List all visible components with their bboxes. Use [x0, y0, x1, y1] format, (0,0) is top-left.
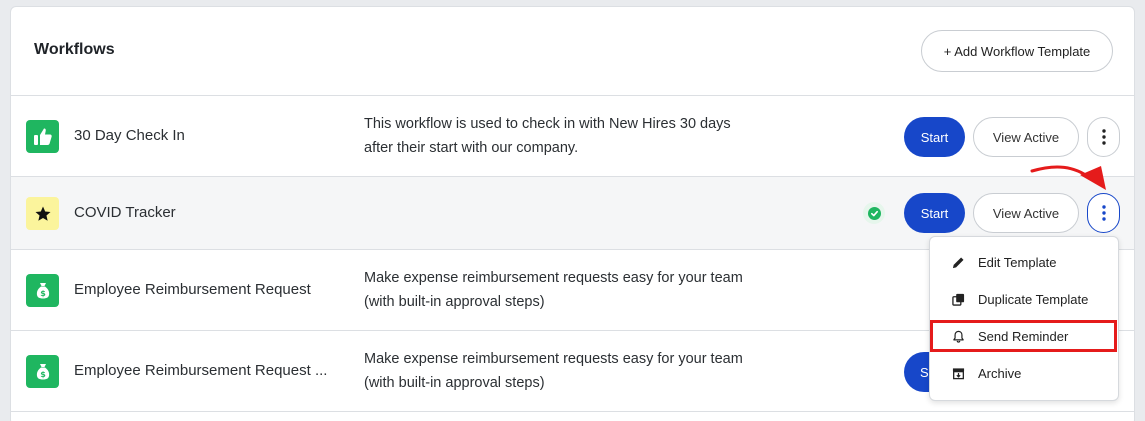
view-active-button[interactable]: View Active	[973, 117, 1079, 157]
check-circle-icon	[863, 202, 885, 224]
more-options-button[interactable]	[1087, 117, 1120, 157]
workflow-name[interactable]: Employee Reimbursement Request ...	[74, 362, 327, 379]
add-workflow-template-button[interactable]: + Add Workflow Template	[921, 30, 1113, 72]
description-line: This workflow is used to check in with N…	[364, 116, 731, 132]
start-button[interactable]: Start	[904, 193, 965, 233]
svg-text:$: $	[40, 289, 46, 298]
more-options-button[interactable]	[1087, 193, 1120, 233]
workflow-description: Make expense reimbursement requests easy…	[364, 347, 804, 395]
workflow-options-menu: Edit Template Duplicate Template Send Re…	[929, 236, 1119, 401]
more-vertical-icon	[1101, 129, 1106, 145]
workflow-name[interactable]: Employee Reimbursement Request	[74, 281, 311, 298]
money-bag-icon: $	[26, 355, 59, 388]
pencil-icon	[951, 255, 965, 269]
thumbs-up-icon	[26, 120, 59, 153]
workflow-description: Make expense reimbursement requests easy…	[364, 266, 804, 314]
workflow-name[interactable]: 30 Day Check In	[74, 127, 185, 144]
description-line: Make expense reimbursement requests easy…	[364, 270, 743, 286]
workflow-row: 30 Day Check In This workflow is used to…	[11, 96, 1134, 177]
menu-item-label: Duplicate Template	[978, 291, 1089, 307]
description-line: after their start with our company.	[364, 140, 579, 156]
red-arrow-icon	[1030, 165, 1106, 190]
description-line: (with built-in approval steps)	[364, 375, 545, 391]
archive-icon	[951, 366, 965, 380]
card-header: Workflows + Add Workflow Template	[11, 7, 1134, 96]
view-active-button[interactable]: View Active	[973, 193, 1079, 233]
menu-item-label: Archive	[978, 365, 1022, 381]
start-button[interactable]: Start	[904, 117, 965, 157]
menu-item-send-reminder[interactable]: Send Reminder	[930, 319, 1120, 353]
duplicate-icon	[951, 292, 965, 306]
menu-item-label: Edit Template	[978, 254, 1057, 270]
menu-item-edit-template[interactable]: Edit Template	[930, 245, 1120, 279]
more-vertical-icon	[1101, 205, 1106, 221]
workflow-description: This workflow is used to check in with N…	[364, 112, 804, 160]
bell-icon	[951, 329, 965, 343]
money-bag-icon: $	[26, 274, 59, 307]
menu-item-duplicate-template[interactable]: Duplicate Template	[930, 282, 1120, 316]
workflow-name[interactable]: COVID Tracker	[74, 204, 176, 221]
description-line: Make expense reimbursement requests easy…	[364, 351, 743, 367]
menu-item-label: Send Reminder	[978, 328, 1069, 344]
svg-text:$: $	[40, 370, 46, 379]
description-line: (with built-in approval steps)	[364, 294, 545, 310]
star-icon	[26, 197, 59, 230]
page-title: Workflows	[34, 41, 115, 58]
menu-item-archive[interactable]: Archive	[930, 356, 1120, 390]
